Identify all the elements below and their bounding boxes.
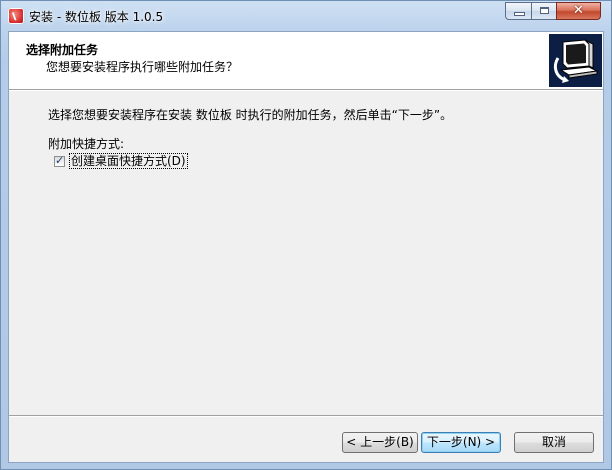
close-icon: ✕ [573, 3, 584, 18]
page-title: 选择附加任务 [26, 43, 99, 57]
computer-install-icon [553, 39, 599, 83]
wizard-client-area: 选择附加任务 您想要安装程序执行哪些附加任务？ 选择您想要安装程序在安装 数位板… [8, 31, 604, 463]
footer-divider [9, 415, 603, 417]
page-subtitle: 您想要安装程序执行哪些附加任务？ [46, 60, 239, 74]
wizard-image [549, 34, 602, 87]
maximize-button[interactable] [531, 2, 557, 20]
window-title: 安装 - 数位板 版本 1.0.5 [29, 10, 164, 24]
checkmark-icon: ✓ [55, 153, 65, 167]
desktop-shortcut-label[interactable]: 创建桌面快捷方式(D) [69, 153, 188, 169]
wizard-header: 选择附加任务 您想要安装程序执行哪些附加任务？ [9, 32, 603, 89]
minimize-icon [515, 13, 524, 15]
setup-icon[interactable] [8, 8, 24, 24]
task-desktop-shortcut[interactable]: ✓ 创建桌面快捷方式(D) [54, 153, 188, 169]
installer-window: 安装 - 数位板 版本 1.0.5 ✕ 选择附加任务 您想要安装程序执行哪些附加… [0, 0, 612, 470]
next-button[interactable]: 下一步(N) > [421, 432, 501, 453]
header-divider [9, 89, 603, 91]
title-bar[interactable]: 安装 - 数位板 版本 1.0.5 ✕ [1, 1, 611, 31]
maximize-icon [540, 7, 549, 14]
close-button[interactable]: ✕ [556, 2, 601, 20]
back-button[interactable]: < 上一步(B) [342, 432, 418, 453]
cancel-button[interactable]: 取消 [514, 432, 594, 453]
instructions-text: 选择您想要安装程序在安装 数位板 时执行的附加任务，然后单击“下一步”。 [48, 108, 453, 122]
minimize-button[interactable] [505, 2, 532, 20]
shortcuts-group-label: 附加快捷方式: [48, 137, 125, 151]
desktop-shortcut-checkbox[interactable]: ✓ [54, 153, 65, 167]
